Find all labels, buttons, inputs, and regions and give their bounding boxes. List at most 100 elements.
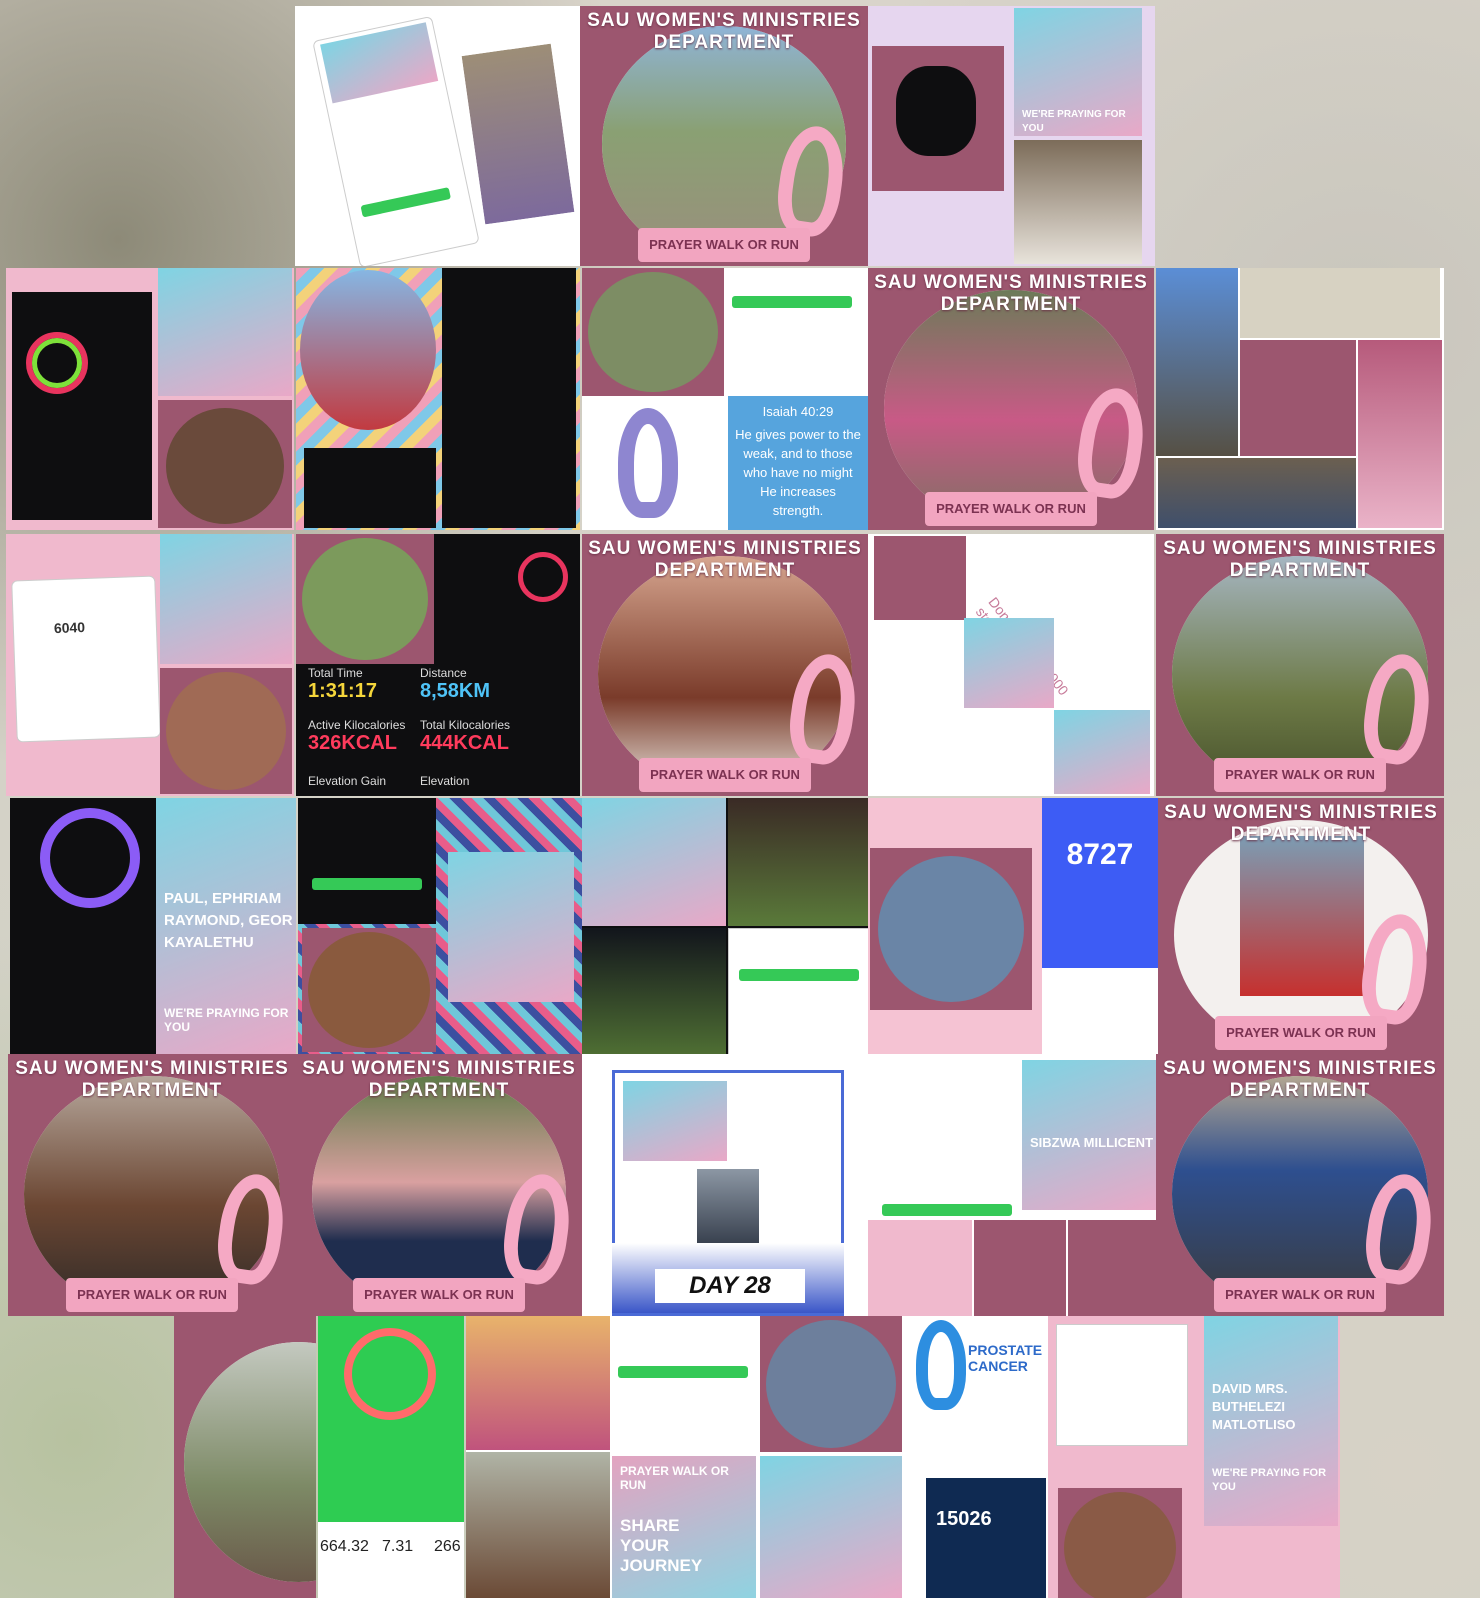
- collage-tile-hiker-framed: [174, 1316, 316, 1598]
- share-text: SHARE YOUR JOURNEY: [620, 1516, 703, 1575]
- frame-arc-text: SAU WOMEN'S MINISTRIES DEPARTMENT: [15, 1058, 289, 1101]
- collage-tile-activity-rings: [6, 268, 294, 530]
- steps-ring-icon: [344, 1328, 436, 1420]
- frame-banner: PRAYER WALK OR RUN: [637, 228, 811, 262]
- woman-photo: [466, 1316, 610, 1450]
- photo-frame-circle: [588, 272, 718, 392]
- woman-frame: [296, 534, 434, 664]
- woman-photo: [466, 1452, 610, 1598]
- collage-tile-cyclist: [296, 268, 580, 530]
- progress-bar: [882, 1204, 1012, 1216]
- progress-bar: [739, 969, 859, 981]
- frame-banner: PRAYER WALK OR RUN: [1215, 1016, 1387, 1050]
- verse-ref: Isaiah 40:29: [762, 404, 834, 419]
- verse-card: Isaiah 40:29 He gives power to the weak,…: [728, 396, 868, 530]
- lavender-ribbon-icon: [618, 408, 678, 518]
- photo-frame-circle: [166, 672, 286, 790]
- woman-frame: [160, 668, 292, 794]
- photo-frame-circle: [308, 932, 430, 1048]
- night-photo: [728, 798, 868, 926]
- progress-bar: [618, 1366, 748, 1378]
- prayer-card: [320, 22, 439, 104]
- collage-tile-names-card: PAUL, EPHRIAM RAYMOND, GEOR KAYALETHU WE…: [10, 798, 296, 1054]
- photo-frame-circle: [766, 1320, 896, 1448]
- steps-app-screenshot: 15026: [926, 1478, 1046, 1598]
- prostate-text: PROSTATE CANCER: [968, 1342, 1043, 1374]
- prayer-card: [160, 534, 292, 664]
- selfie-photo: [458, 40, 578, 228]
- frame-arc-text: SAU WOMEN'S MINISTRIES DEPARTMENT: [1164, 802, 1438, 845]
- active-kcal-label: Active Kilocalories: [308, 718, 406, 732]
- collage-tile-watch-card: WE'RE PRAYING FOR YOU: [868, 6, 1155, 266]
- ribbon-card: [868, 1220, 972, 1316]
- collage-tile-church-framed: SAU WOMEN'S MINISTRIES DEPARTMENT PRAYER…: [582, 534, 868, 796]
- names-text: DAVID MRS. BUTHELEZI MATLOTLISO: [1212, 1381, 1296, 1432]
- phone-screenshot: 6040: [11, 575, 161, 743]
- verse-text: He gives power to the weak, and to those…: [735, 427, 861, 518]
- active-kcal-value: 326KCAL: [308, 732, 397, 754]
- names-card: DAVID MRS. BUTHELEZI MATLOTLISO WE'RE PR…: [1204, 1316, 1338, 1526]
- prayer-card: [158, 268, 292, 396]
- stat-a: 664.32: [320, 1538, 369, 1555]
- steps-count: 8727: [1066, 838, 1134, 871]
- day-label: DAY 28: [655, 1269, 805, 1303]
- hiker-frame: [1240, 340, 1356, 456]
- collage-tile-green-steps: 664.32 7.31 266: [318, 1316, 464, 1598]
- names-text: SIBZWA MILLICENT: [1030, 1135, 1154, 1150]
- fitness-app-screenshot: [304, 448, 436, 528]
- collage-tile-field-framed: SAU WOMEN'S MINISTRIES DEPARTMENT PRAYER…: [1156, 534, 1444, 796]
- collage-tile-phone-selfie: [295, 6, 580, 266]
- hiker-photo: [1158, 458, 1356, 528]
- photo-frame-circle: [878, 856, 1024, 1002]
- activity-ring-icon: [40, 808, 140, 908]
- phone-screenshot: [728, 928, 868, 1054]
- walker-photo: [697, 1169, 759, 1253]
- prayer-card: [760, 1456, 902, 1598]
- collage-tile-workout-stats: Total Time Distance 1:31:17 8,58KM Activ…: [296, 534, 580, 796]
- collage-tile-david-card: DAVID MRS. BUTHELEZI MATLOTLISO WE'RE PR…: [1048, 1316, 1340, 1598]
- elevation-gain-label: Elevation Gain: [308, 774, 387, 788]
- collage-tile-steps-6040: 6040: [6, 534, 294, 796]
- photo-frame-circle: [1064, 1492, 1176, 1598]
- photo-frame-circle: [302, 538, 428, 660]
- night-photo: [582, 928, 726, 1054]
- frame-banner: PRAYER WALK OR RUN: [1213, 1278, 1387, 1312]
- collage-tile-steps-blue: [298, 798, 582, 1054]
- fitness-app-screenshot: [442, 268, 576, 528]
- photo-frame-circle: [184, 1342, 316, 1582]
- hiker-photo: [1156, 268, 1238, 456]
- stat-b: 7.31: [382, 1538, 414, 1555]
- total-time-value: 1:31:17: [308, 680, 377, 702]
- selfie-photo: [1240, 836, 1364, 996]
- total-kcal-value: 444KCAL: [420, 732, 509, 754]
- frame-arc-text: SAU WOMEN'S MINISTRIES DEPARTMENT: [587, 10, 861, 53]
- distance-label: Distance: [420, 666, 467, 680]
- frame-banner: PRAYER WALK OR RUN: [1213, 758, 1387, 792]
- frame-arc-text: SAU WOMEN'S MINISTRIES DEPARTMENT: [588, 538, 862, 581]
- prayer-card: [582, 798, 726, 926]
- collage-tile-night-walk: [582, 798, 868, 1054]
- activity-screenshot: [12, 292, 152, 520]
- woman-frame: [870, 848, 1032, 1010]
- steps-count: 6040: [53, 619, 86, 637]
- phone-screenshot: [312, 15, 480, 266]
- photo-frame-circle: [166, 408, 284, 524]
- frame-banner: PRAYER WALK OR RUN: [353, 1278, 525, 1312]
- prayer-card: WE'RE PRAYING FOR YOU: [1014, 8, 1142, 136]
- steps-app-screenshot: 8727: [1042, 798, 1158, 1054]
- names-card: SIBZWA MILLICENT: [1022, 1060, 1156, 1210]
- total-kcal-label: Total Kilocalories: [420, 718, 511, 732]
- prayer-card: [623, 1081, 727, 1161]
- collage-tile-garden-framed: SAU WOMEN'S MINISTRIES DEPARTMENT PRAYER…: [296, 1054, 582, 1316]
- collage-tile-hikers: [1156, 268, 1444, 530]
- masked-woman-photo: [1358, 340, 1442, 528]
- praying-text: WE'RE PRAYING FOR YOU: [1212, 1467, 1327, 1493]
- collage-tile-smiling-framed: SAU WOMEN'S MINISTRIES DEPARTMENT PRAYER…: [8, 1054, 296, 1316]
- collage-tile-sibzwa: SIBZWA MILLICENT: [868, 1054, 1156, 1316]
- elevation-label: Elevation: [420, 774, 470, 788]
- prayer-walk-text: PRAYER WALK OR RUN: [620, 1464, 729, 1492]
- woman-frame: [1068, 1220, 1156, 1316]
- woman-photo: [1014, 140, 1142, 264]
- collage-tile-cap-framed: SAU WOMEN'S MINISTRIES DEPARTMENT PRAYER…: [1156, 1054, 1444, 1316]
- activity-ring-icon: [518, 552, 568, 602]
